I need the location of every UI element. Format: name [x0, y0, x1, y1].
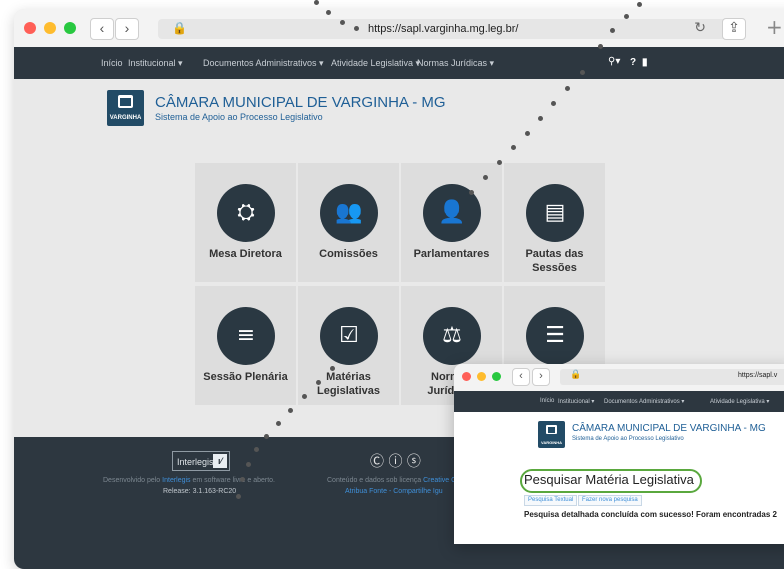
minimize-window-button[interactable]: [44, 22, 56, 34]
url-text-2: https://sapl.v: [738, 372, 778, 379]
new-search-button[interactable]: Fazer nova pesquisa: [578, 495, 642, 506]
top-navigation: Início Institucional ▾ Documentos Admini…: [14, 47, 784, 79]
help-icon[interactable]: ?: [630, 57, 636, 68]
scales-icon: ⚖: [423, 307, 481, 365]
lock-icon: 🔒: [570, 370, 582, 380]
forward-button[interactable]: ›: [115, 18, 139, 40]
browser-window-secondary: ‹ › 🔒 https://sapl.v Início Instituciona…: [454, 364, 784, 544]
tile-sessao-plenaria[interactable]: ≡ Sessão Plenária: [195, 286, 296, 405]
tile-label: Parlamentares: [413, 248, 490, 260]
interlegis-icon: ı⁄: [213, 454, 227, 468]
share-icon: ⇪: [728, 20, 740, 36]
chevron-right-icon: ›: [124, 20, 130, 36]
meeting-table-icon: ⛭: [217, 184, 275, 242]
page-title-2: CÂMARA MUNICIPAL DE VARGINHA - MG: [572, 423, 766, 434]
close-window-button[interactable]: [24, 22, 36, 34]
back-button-2[interactable]: ‹: [512, 368, 530, 386]
plenary-icon: ≡: [217, 307, 275, 365]
user-icon[interactable]: ▮: [642, 57, 648, 68]
nav-item-atividade[interactable]: Atividade Legislativa ▾: [331, 58, 420, 69]
interlegis-logo[interactable]: Interlegis ı⁄: [172, 451, 230, 471]
creative-commons-icon: Ⓒ ⓘ ⓢ: [370, 454, 421, 470]
maximize-window-button-2[interactable]: [492, 372, 501, 381]
top-navigation-2: Início Institucional ▾ Documentos Admini…: [454, 391, 784, 412]
release-text: Release: 3.1.163-RC20: [163, 488, 237, 495]
back-button[interactable]: ‹: [90, 18, 114, 40]
forward-button-2[interactable]: ›: [532, 368, 550, 386]
nav-item-inicio[interactable]: Início: [101, 58, 123, 68]
nav2-item-documentos[interactable]: Documentos Administrativos ▾: [604, 398, 684, 405]
lock-icon: 🔒: [172, 21, 187, 35]
page-subtitle-2: Sistema de Apoio ao Processo Legislativo: [572, 436, 684, 442]
logo-label: VARGINHA: [109, 115, 142, 121]
browser-toolbar-secondary: ‹ › 🔒 https://sapl.v: [454, 364, 784, 392]
tile-comissoes[interactable]: 👥 Comissões: [298, 163, 399, 282]
nav-item-institucional[interactable]: Institucional ▾: [128, 58, 183, 69]
tile-materias[interactable]: ☑ Matérias Legislativas: [298, 286, 399, 405]
tile-label: Mesa Diretora: [209, 248, 282, 260]
tile-label: Sessão Plenária: [203, 371, 288, 383]
chevron-right-icon: ›: [539, 370, 543, 382]
tile-mesa-diretora[interactable]: ⛭ Mesa Diretora: [195, 163, 296, 282]
chevron-left-icon: ‹: [99, 20, 105, 36]
nav2-item-atividade[interactable]: Atividade Legislativa ▾: [710, 398, 769, 405]
search-result-message: Pesquisa detalhada concluída com sucesso…: [524, 510, 777, 519]
close-window-button-2[interactable]: [462, 372, 471, 381]
browser-toolbar: ‹ › 🔒 https://sapl.varginha.mg.leg.br/ ↻…: [14, 9, 784, 48]
new-tab-icon[interactable]: +: [766, 15, 783, 39]
address-bar-2[interactable]: 🔒 https://sapl.v: [560, 369, 784, 385]
clipboard-list-icon: ▤: [526, 184, 584, 242]
tile-parlamentares[interactable]: 👤 Parlamentares: [401, 163, 502, 282]
nav-item-normas[interactable]: Normas Jurídicas ▾: [417, 58, 494, 69]
license-text: Conteúdo e dados sob licença Creative Co…: [327, 477, 463, 484]
nav2-item-institucional[interactable]: Institucional ▾: [558, 398, 594, 405]
tile-label: Pautas das Sessões: [525, 248, 584, 274]
tile-label: Comissões: [319, 248, 378, 260]
search-icon[interactable]: ⚲▾: [608, 56, 620, 67]
group-icon: 👥: [320, 184, 378, 242]
nav2-item-inicio[interactable]: Início: [540, 398, 554, 404]
tile-pautas[interactable]: ▤ Pautas das Sessões: [504, 163, 605, 282]
footer-dev-text: Desenvolvido pelo Interlegis em software…: [103, 477, 275, 484]
logo-label-2: VARGINHA: [540, 440, 563, 445]
tile-label: Matérias Legislativas: [317, 371, 380, 397]
interlegis-label: Interlegis: [177, 457, 214, 467]
minimize-window-button-2[interactable]: [477, 372, 486, 381]
chamber-logo-2: VARGINHA: [538, 421, 565, 448]
maximize-window-button[interactable]: [64, 22, 76, 34]
share-button[interactable]: ⇪: [722, 18, 746, 40]
url-text: https://sapl.varginha.mg.leg.br/: [368, 23, 519, 35]
chamber-logo: VARGINHA: [107, 90, 144, 126]
checked-document-icon: ☑: [320, 307, 378, 365]
license-links[interactable]: Atribua Fonte - Compartilhe Igu: [345, 488, 443, 495]
nav-item-documentos[interactable]: Documentos Administrativos ▾: [203, 58, 324, 69]
search-heading: Pesquisar Matéria Legislativa: [524, 472, 694, 487]
document-list-icon: ☰: [526, 307, 584, 365]
interlegis-link[interactable]: Interlegis: [162, 477, 190, 484]
page-title: CÂMARA MUNICIPAL DE VARGINHA - MG: [155, 94, 446, 111]
address-bar[interactable]: 🔒 https://sapl.varginha.mg.leg.br/ ↻: [158, 19, 744, 39]
textual-search-button[interactable]: Pesquisa Textual: [524, 495, 578, 506]
reload-icon[interactable]: ↻: [694, 20, 706, 36]
page-subtitle: Sistema de Apoio ao Processo Legislativo: [155, 112, 323, 122]
guide-dot: [354, 26, 359, 31]
chevron-left-icon: ‹: [519, 370, 523, 382]
